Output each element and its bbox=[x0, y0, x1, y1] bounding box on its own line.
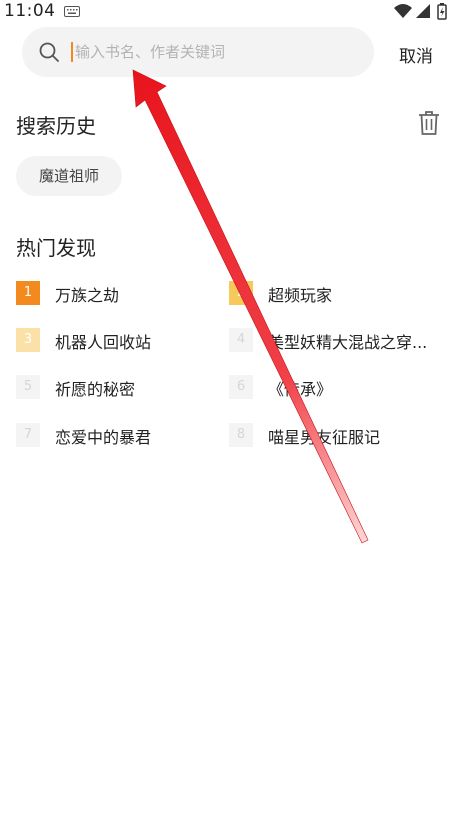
hot-item-name: 美型妖精大混战之穿... bbox=[268, 333, 428, 352]
status-bar: 11:04 bbox=[0, 0, 458, 24]
trash-icon[interactable] bbox=[418, 110, 440, 136]
status-icons bbox=[394, 3, 447, 20]
signal-icon bbox=[416, 4, 430, 18]
cancel-button[interactable]: 取消 bbox=[399, 42, 433, 67]
status-time: 11:04 bbox=[4, 1, 56, 21]
rank-badge: 2 bbox=[229, 281, 253, 305]
rank-badge: 7 bbox=[16, 423, 40, 447]
hot-item[interactable]: 3 机器人回收站 bbox=[16, 328, 216, 352]
hot-item[interactable]: 6 《传承》 bbox=[229, 375, 439, 399]
wifi-icon bbox=[394, 4, 412, 18]
keyboard-icon bbox=[64, 6, 80, 17]
hot-item[interactable]: 1 万族之劫 bbox=[16, 281, 216, 305]
hot-item-name: 机器人回收站 bbox=[55, 333, 152, 352]
rank-badge: 4 bbox=[229, 328, 253, 352]
hot-item-name: 喵星男友征服记 bbox=[268, 428, 381, 447]
rank-badge: 6 bbox=[229, 375, 253, 399]
hot-item[interactable]: 2 超频玩家 bbox=[229, 281, 439, 305]
hot-item[interactable]: 4 美型妖精大混战之穿... bbox=[229, 328, 439, 352]
hot-item[interactable]: 5 祈愿的秘密 bbox=[16, 375, 216, 399]
battery-icon bbox=[437, 3, 447, 20]
rank-badge: 8 bbox=[229, 423, 253, 447]
search-bar[interactable] bbox=[22, 27, 374, 77]
search-icon bbox=[39, 42, 59, 62]
search-history-title: 搜索历史 bbox=[16, 114, 96, 138]
hot-discovery-title: 热门发现 bbox=[16, 236, 96, 260]
hot-item[interactable]: 8 喵星男友征服记 bbox=[229, 423, 439, 447]
hot-item-name: 恋爱中的暴君 bbox=[55, 428, 152, 447]
hot-item-name: 超频玩家 bbox=[268, 286, 333, 305]
rank-badge: 5 bbox=[16, 375, 40, 399]
hot-item-name: 祈愿的秘密 bbox=[55, 380, 136, 399]
search-input[interactable] bbox=[75, 35, 355, 69]
rank-badge: 1 bbox=[16, 281, 40, 305]
text-caret bbox=[71, 42, 73, 62]
hot-item[interactable]: 7 恋爱中的暴君 bbox=[16, 423, 216, 447]
rank-badge: 3 bbox=[16, 328, 40, 352]
hot-item-name: 万族之劫 bbox=[55, 286, 120, 305]
hot-item-name: 《传承》 bbox=[268, 380, 333, 399]
history-chip[interactable]: 魔道祖师 bbox=[16, 156, 122, 196]
